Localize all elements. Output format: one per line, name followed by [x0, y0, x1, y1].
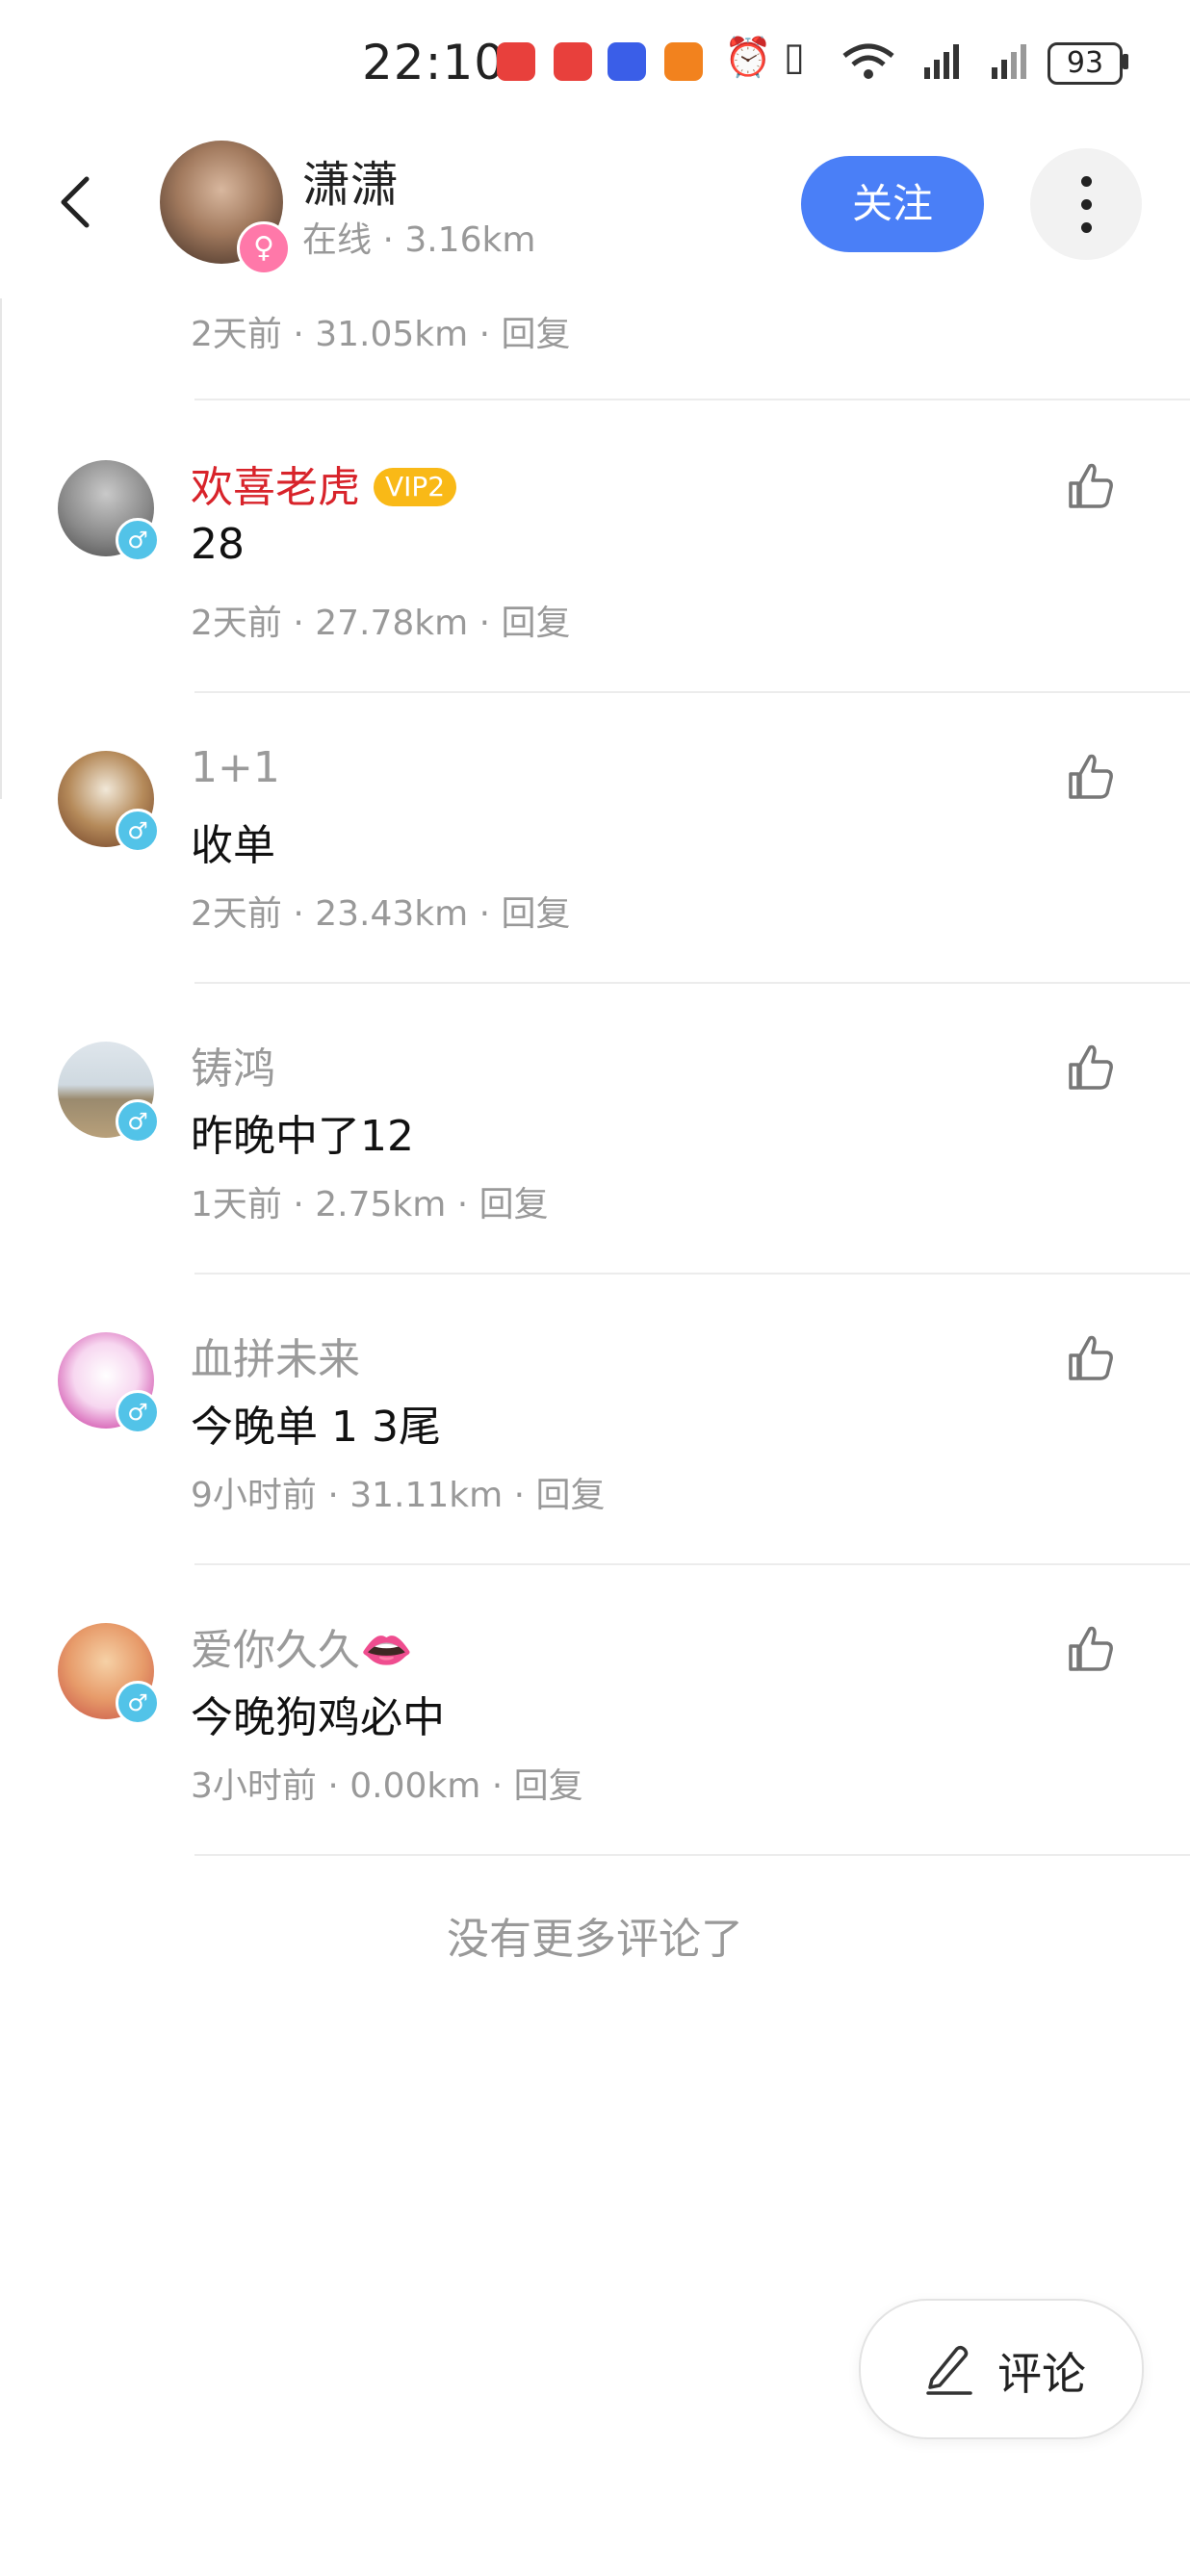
write-comment-button[interactable]: 评论 — [859, 2299, 1144, 2439]
comment-text: 收单 — [191, 821, 275, 870]
comment-text: 今晚狗鸡必中 — [191, 1693, 445, 1742]
comment-item: ♂ 爱你久久👄 今晚狗鸡必中 3小时前 · 0.00km · 回复 — [0, 1623, 1190, 1912]
status-bar: 22:10 ⏰ ▯ 93 — [0, 0, 1190, 135]
more-dot-icon — [1081, 199, 1092, 210]
like-icon[interactable] — [1065, 1623, 1117, 1675]
divider — [194, 399, 1190, 400]
follow-button[interactable]: 关注 — [801, 156, 984, 252]
male-gender-icon: ♂ — [116, 1681, 160, 1725]
commenter-name[interactable]: 铸鸿 — [191, 1034, 275, 1095]
comment-meta[interactable]: 9小时前 · 31.11km · 回复 — [191, 1467, 606, 1517]
pen-icon — [926, 2345, 972, 2395]
male-gender-icon: ♂ — [116, 1390, 160, 1434]
comment-meta[interactable]: 2天前 · 23.43km · 回复 — [191, 886, 571, 936]
huawei-app-icon — [497, 42, 535, 81]
comment-meta[interactable]: 2天前 · 27.78km · 回复 — [191, 595, 571, 645]
like-icon[interactable] — [1065, 1042, 1117, 1094]
no-more-comments-label: 没有更多评论了 — [447, 1915, 743, 1964]
more-dot-icon — [1081, 222, 1092, 233]
4g-signal-icon — [992, 44, 1026, 79]
like-icon[interactable] — [1065, 1332, 1117, 1384]
comment-text: 28 — [191, 520, 245, 569]
commenter-name-text: 欢喜老虎 — [191, 463, 360, 512]
profile-header: ♀ 潇潇 在线 · 3.16km 关注 — [0, 135, 1190, 298]
status-time: 22:10 — [362, 35, 506, 90]
divider — [194, 982, 1190, 984]
vip-badge: VIP2 — [374, 468, 457, 506]
male-gender-icon: ♂ — [116, 809, 160, 853]
comment-meta: 2天前 · 31.05km · 回复 — [191, 315, 571, 354]
back-arrow-icon[interactable] — [48, 173, 106, 231]
comment-meta[interactable]: 1天前 · 2.75km · 回复 — [191, 1176, 549, 1226]
comment-text: 昨晚中了12 — [191, 1112, 414, 1161]
chat-app-icon — [608, 42, 646, 81]
comment-item: ♂ 血拼未来 今晚单 1 3尾 9小时前 · 31.11km · 回复 — [0, 1332, 1190, 1621]
battery-icon: 93 — [1048, 42, 1123, 85]
commenter-name[interactable]: 血拼未来 — [191, 1325, 360, 1386]
comment-text: 今晚单 1 3尾 — [191, 1403, 441, 1452]
like-icon[interactable] — [1065, 751, 1117, 803]
male-gender-icon: ♂ — [116, 1099, 160, 1144]
vibrate-icon: ▯ — [784, 35, 806, 79]
more-dot-icon — [1081, 176, 1092, 187]
female-gender-icon: ♀ — [237, 221, 291, 275]
battery-tip — [1123, 54, 1128, 69]
like-icon[interactable] — [1065, 460, 1117, 512]
comment-item: ♂ 1+1 收单 2天前 · 23.43km · 回复 — [0, 743, 1190, 1040]
divider — [194, 1854, 1190, 1856]
5g-signal-icon — [924, 44, 959, 79]
comment-item: ♂ 铸鸿 昨晚中了12 1天前 · 2.75km · 回复 — [0, 1042, 1190, 1330]
wifi-icon — [842, 43, 894, 79]
comment-button-label: 评论 — [997, 2348, 1086, 2400]
huawei-app-icon — [554, 42, 592, 81]
commenter-name[interactable]: 欢喜老虎 VIP2 — [191, 452, 457, 514]
commenter-name[interactable]: 1+1 — [191, 743, 280, 792]
alarm-icon: ⏰ — [724, 36, 772, 80]
more-options-button[interactable] — [1030, 148, 1142, 260]
male-gender-icon: ♂ — [116, 518, 160, 562]
divider — [194, 1563, 1190, 1565]
divider — [194, 691, 1190, 693]
commenter-name[interactable]: 爱你久久👄 — [191, 1615, 413, 1677]
online-status-distance: 在线 · 3.16km — [302, 220, 536, 260]
video-app-icon — [664, 42, 703, 81]
comment-meta[interactable]: 3小时前 · 0.00km · 回复 — [191, 1758, 583, 1808]
divider — [194, 1273, 1190, 1275]
comment-item: ♂ 欢喜老虎 VIP2 28 2天前 · 27.78km · 回复 — [0, 460, 1190, 749]
profile-name: 潇潇 — [302, 157, 399, 213]
